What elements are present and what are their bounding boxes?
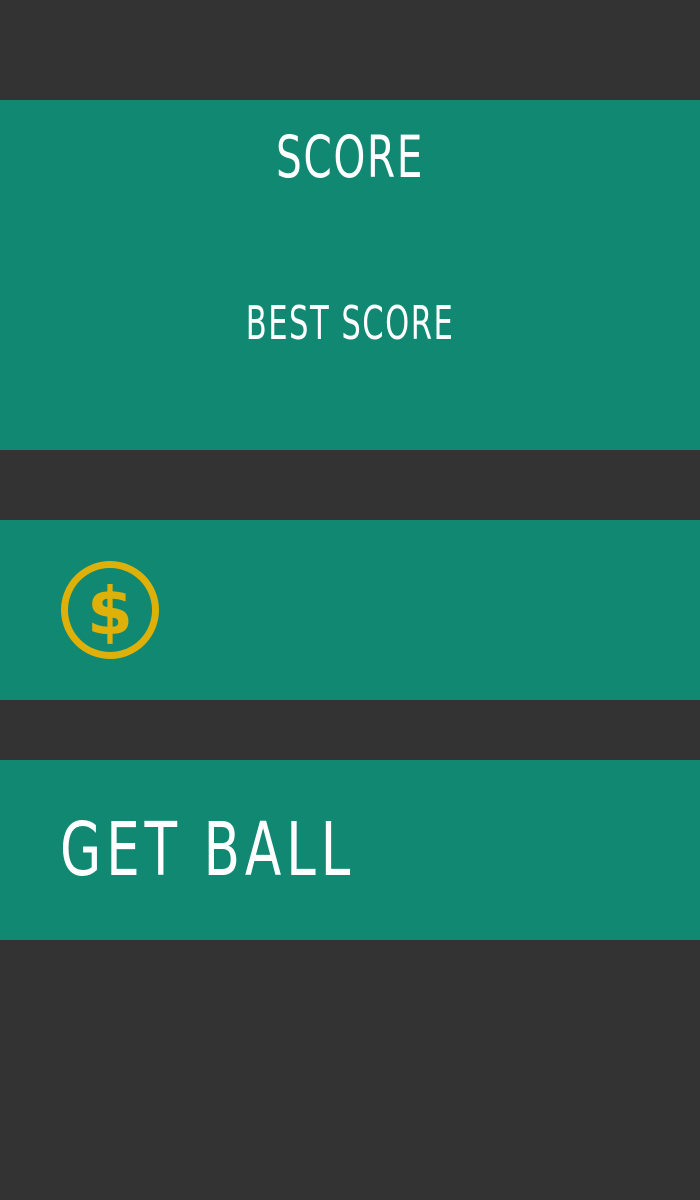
svg-text:$: $ bbox=[87, 573, 133, 650]
dollar-coin-icon: $ bbox=[60, 560, 160, 660]
score-label: SCORE bbox=[275, 123, 425, 191]
best-score-label: BEST SCORE bbox=[245, 296, 455, 350]
game-screen: SCORE BEST SCORE $ GET BALL bbox=[0, 0, 700, 1200]
get-ball-label: GET BALL bbox=[60, 807, 356, 893]
